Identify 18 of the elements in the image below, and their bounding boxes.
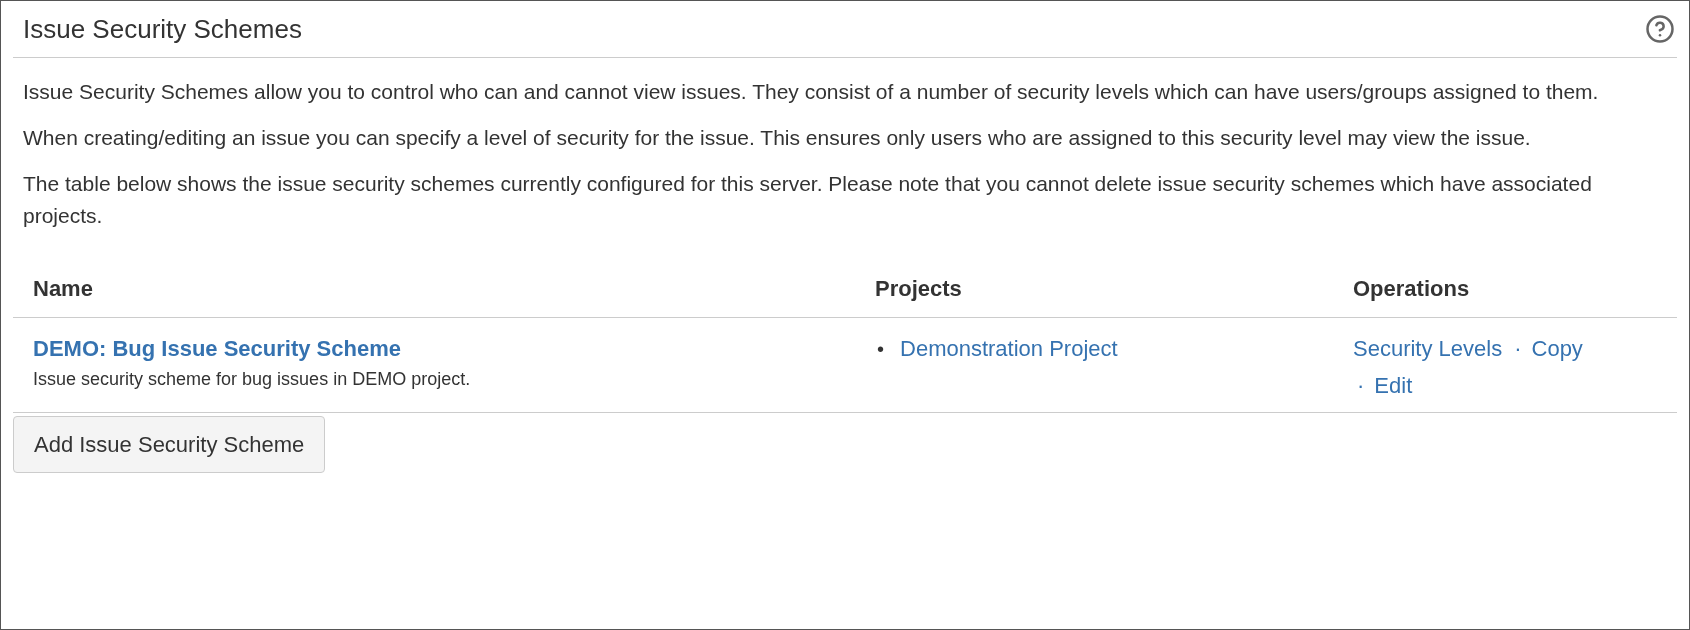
operation-link[interactable]: Edit <box>1374 373 1413 398</box>
separator: · <box>1514 336 1522 361</box>
description-paragraph: The table below shows the issue security schemes currently configured for this server. Please note that you cannot delete issue security schemes which have associated projects. <box>23 171 1593 229</box>
column-header: Operations <box>1353 275 1471 303</box>
help-icon[interactable] <box>1645 14 1675 44</box>
operation-link[interactable]: Security Levels <box>1353 336 1503 361</box>
column-header: Name <box>32 275 94 303</box>
description-paragraph: Issue Security Schemes allow you to control who can and cannot view issues. They consist of a number of security levels which can have users/groups assigned to them. <box>23 79 1600 105</box>
scheme-link[interactable]: DEMO: Bug Issue Security Scheme <box>33 334 401 364</box>
operation-link[interactable]: Copy <box>1531 336 1583 361</box>
description-paragraph: When creating/editing an issue you can specify a level of security for the issue. This ensures only users who are assigned to this security level may view the issue. <box>23 125 1532 151</box>
add-scheme-button[interactable]: Add Issue Security Scheme <box>13 416 326 473</box>
scheme-description: Issue security scheme for bug issues in DEMO project. <box>33 368 471 391</box>
separator: · <box>1357 373 1365 398</box>
column-header: Projects <box>875 275 963 303</box>
page-title: Issue Security Schemes <box>23 12 302 46</box>
bullet: • <box>877 337 884 362</box>
project-link[interactable]: Demonstration Project <box>900 334 1118 364</box>
